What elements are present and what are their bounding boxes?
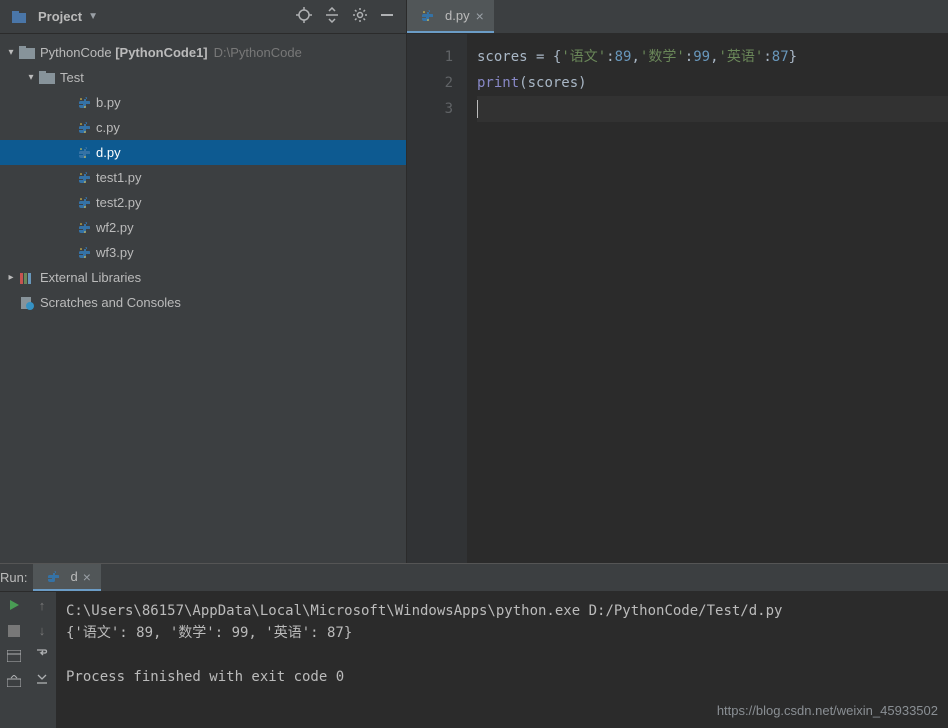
scratches-label: Scratches and Consoles	[40, 295, 181, 310]
project-view-selector[interactable]: Project ▼	[10, 9, 296, 25]
close-icon[interactable]: ×	[83, 569, 91, 585]
export-icon[interactable]	[7, 675, 21, 690]
collapse-all-icon[interactable]	[324, 7, 340, 26]
python-file-icon	[74, 220, 92, 236]
folder-icon	[38, 70, 56, 86]
file-label: wf3.py	[96, 245, 134, 260]
chevron-down-icon: ▼	[88, 11, 98, 22]
chevron-right-icon[interactable]: ▸	[4, 272, 18, 283]
caret	[477, 100, 478, 118]
root-path: D:\PythonCode	[214, 45, 302, 60]
python-file-icon	[43, 569, 61, 585]
tree-file-test1-py[interactable]: ▸test1.py	[0, 165, 406, 190]
python-file-icon	[417, 8, 435, 24]
file-label: wf2.py	[96, 220, 134, 235]
tree-file-test2-py[interactable]: ▸test2.py	[0, 190, 406, 215]
external-label: External Libraries	[40, 270, 141, 285]
project-toolbar: Project ▼	[0, 0, 406, 34]
scratches-icon	[18, 295, 36, 311]
rerun-icon[interactable]	[7, 598, 21, 615]
close-icon[interactable]: ×	[476, 8, 484, 24]
layout-icon[interactable]	[7, 650, 21, 665]
tree-folder-test[interactable]: ▾ Test	[0, 65, 406, 90]
soft-wrap-icon[interactable]	[35, 648, 49, 663]
tree-file-wf3-py[interactable]: ▸wf3.py	[0, 240, 406, 265]
python-file-icon	[74, 120, 92, 136]
folder-icon	[18, 45, 36, 61]
run-tab-d[interactable]: d ×	[33, 564, 100, 591]
tab-label: d.py	[445, 8, 470, 23]
editor-tab-d-py[interactable]: d.py ×	[407, 0, 494, 33]
run-tab-bar: Run: d ×	[0, 564, 948, 592]
folder-label: Test	[60, 70, 84, 85]
line-gutter: 1 2 3	[407, 34, 467, 563]
down-icon[interactable]: ↓	[39, 623, 46, 638]
project-title: Project	[38, 9, 82, 24]
python-file-icon	[74, 195, 92, 211]
run-tool-window: Run: d ×	[0, 563, 948, 728]
file-label: d.py	[96, 145, 121, 160]
tree-file-c-py[interactable]: ▸c.py	[0, 115, 406, 140]
watermark: https://blog.csdn.net/weixin_45933502	[717, 700, 938, 722]
root-name: PythonCode	[40, 45, 112, 60]
editor-area: d.py × 1 2 3 scores = {'语文':89,'数学':99,'…	[407, 0, 948, 563]
file-label: test1.py	[96, 170, 142, 185]
file-label: test2.py	[96, 195, 142, 210]
tree-scratches[interactable]: ▸ Scratches and Consoles	[0, 290, 406, 315]
tree-external-libraries[interactable]: ▸ External Libraries	[0, 265, 406, 290]
locate-icon[interactable]	[296, 7, 312, 26]
chevron-down-icon[interactable]: ▾	[4, 47, 18, 58]
scroll-end-icon[interactable]	[35, 673, 49, 688]
tree-file-b-py[interactable]: ▸b.py	[0, 90, 406, 115]
python-file-icon	[74, 95, 92, 111]
minimize-icon[interactable]	[380, 8, 394, 25]
run-toolbar: ↑ ↓	[0, 592, 56, 728]
up-icon[interactable]: ↑	[39, 598, 46, 613]
project-icon	[10, 9, 28, 25]
python-file-icon	[74, 145, 92, 161]
python-file-icon	[74, 170, 92, 186]
code-content[interactable]: scores = {'语文':89,'数学':99,'英语':87} print…	[467, 34, 948, 563]
tree-root-node[interactable]: ▾ PythonCode [PythonCode1] D:\PythonCode	[0, 40, 406, 65]
gear-icon[interactable]	[352, 7, 368, 26]
root-bracket: [PythonCode1]	[115, 45, 207, 60]
python-file-icon	[74, 245, 92, 261]
tree-file-wf2-py[interactable]: ▸wf2.py	[0, 215, 406, 240]
code-editor[interactable]: 1 2 3 scores = {'语文':89,'数学':99,'英语':87}…	[407, 34, 948, 563]
project-sidebar: Project ▼ ▾	[0, 0, 407, 563]
chevron-down-icon[interactable]: ▾	[24, 72, 38, 83]
library-icon	[18, 270, 36, 286]
editor-tab-bar: d.py ×	[407, 0, 948, 34]
stop-icon[interactable]	[8, 625, 20, 640]
project-tree: ▾ PythonCode [PythonCode1] D:\PythonCode…	[0, 34, 406, 563]
file-label: b.py	[96, 95, 121, 110]
file-label: c.py	[96, 120, 120, 135]
run-console[interactable]: C:\Users\86157\AppData\Local\Microsoft\W…	[56, 592, 948, 728]
tree-file-d-py[interactable]: ▸d.py	[0, 140, 406, 165]
run-tab-label: d	[70, 569, 77, 584]
run-label: Run:	[0, 570, 33, 585]
